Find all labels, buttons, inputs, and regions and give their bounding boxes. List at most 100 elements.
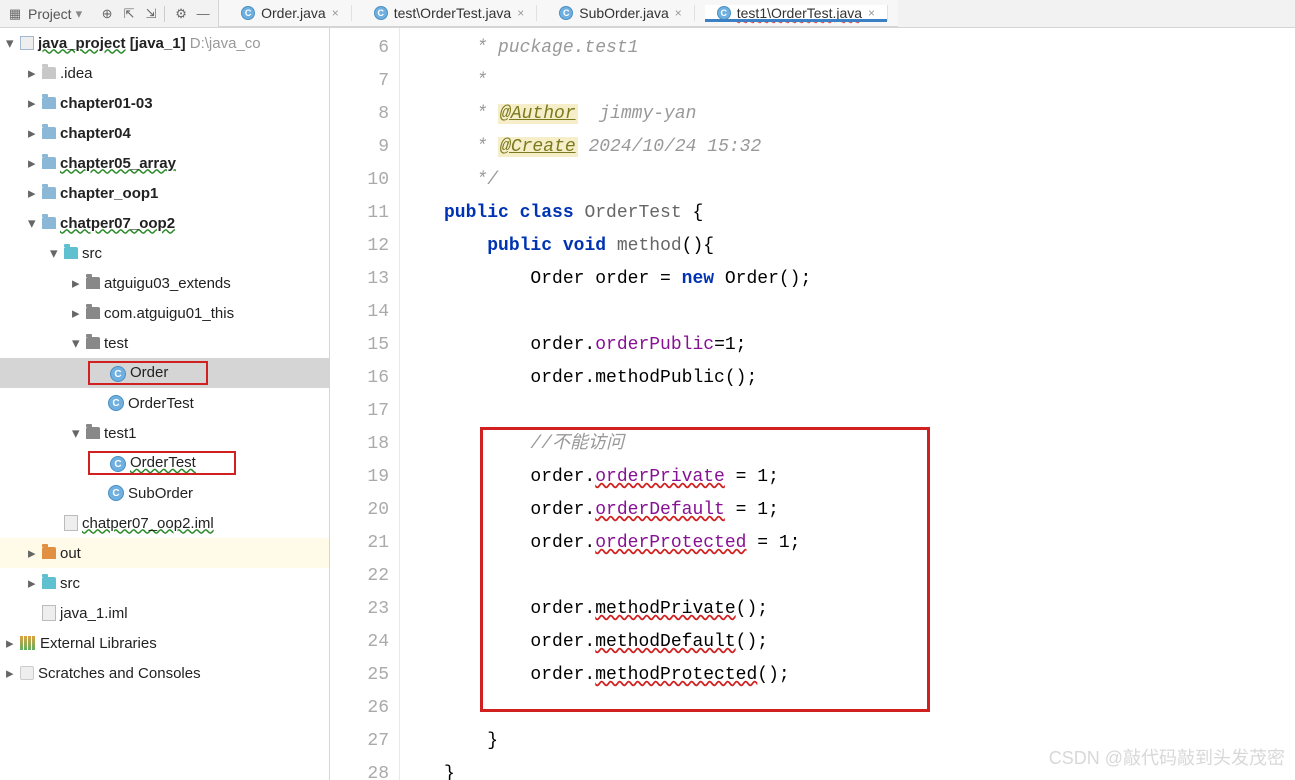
expand-arrow-icon[interactable]: ▸: [28, 94, 42, 112]
tree-item[interactable]: ▾src: [0, 238, 329, 268]
expand-arrow-icon[interactable]: ▸: [28, 64, 42, 82]
tree-item[interactable]: chatper07_oop2.iml: [0, 508, 329, 538]
expand-arrow-icon[interactable]: ▸: [72, 274, 86, 292]
folder-icon: [42, 67, 56, 79]
line-number: 13: [330, 263, 389, 296]
tree-label: com.atguigu01_this: [104, 305, 234, 322]
tab-label: test\OrderTest.java: [394, 5, 512, 21]
dropdown-icon[interactable]: ▾: [76, 6, 83, 22]
java-class-icon: C: [108, 485, 124, 501]
module-folder-icon: [42, 157, 56, 169]
target-icon[interactable]: ⊕: [98, 5, 116, 23]
scratch-icon: [20, 666, 34, 680]
tree-item[interactable]: ▾test: [0, 328, 329, 358]
tab-label: test1\OrderTest.java: [737, 5, 862, 21]
tree-item[interactable]: ▾ chatper07_oop2: [0, 208, 329, 238]
tree-item[interactable]: ▾test1: [0, 418, 329, 448]
line-number: 23: [330, 593, 389, 626]
line-number: 7: [330, 65, 389, 98]
tree-label: chapter04: [60, 125, 131, 142]
code-editor[interactable]: 6789101112131415161718192021222324252627…: [330, 28, 1295, 780]
editor-tab[interactable]: C SubOrder.java ×: [547, 5, 695, 21]
tab-label: Order.java: [261, 5, 326, 21]
tree-label: chatper07_oop2: [60, 215, 175, 232]
tree-item[interactable]: COrderTest: [0, 388, 329, 418]
tree-label: chatper07_oop2.iml: [82, 515, 214, 532]
expand-arrow-icon[interactable]: ▸: [6, 634, 20, 652]
line-number: 15: [330, 329, 389, 362]
project-view-icon[interactable]: ▦: [6, 5, 24, 23]
tree-item[interactable]: ▸ chapter_oop1: [0, 178, 329, 208]
tree-item[interactable]: ▸ out: [0, 538, 329, 568]
expand-arrow-icon[interactable]: ▾: [72, 424, 86, 442]
out-folder-icon: [42, 547, 56, 559]
close-icon[interactable]: ×: [868, 6, 875, 20]
line-number: 18: [330, 428, 389, 461]
line-number: 17: [330, 395, 389, 428]
tree-item[interactable]: ▸ .idea: [0, 58, 329, 88]
close-icon[interactable]: ×: [675, 6, 682, 20]
line-number: 19: [330, 461, 389, 494]
java-class-icon: C: [108, 395, 124, 411]
line-number: 22: [330, 560, 389, 593]
module-folder-icon: [42, 97, 56, 109]
tree-label: .idea: [60, 65, 93, 82]
tree-item[interactable]: ▸ chapter04: [0, 118, 329, 148]
tree-label: chapter01-03: [60, 95, 153, 112]
expand-arrow-icon[interactable]: ▾: [72, 334, 86, 352]
expand-icon[interactable]: ⇲: [142, 5, 160, 23]
project-label[interactable]: Project: [28, 6, 72, 22]
java-class-icon: C: [241, 6, 255, 20]
expand-arrow-icon[interactable]: ▸: [72, 304, 86, 322]
collapse-icon[interactable]: ⇱: [120, 5, 138, 23]
code-area[interactable]: * puckage.test1 * * @Author jimmy-yan * …: [420, 28, 1295, 780]
package-icon: [86, 337, 100, 349]
tree-item[interactable]: ▸ com.atguigu01_this: [0, 298, 329, 328]
tree-label: SubOrder: [128, 485, 193, 502]
tree-item[interactable]: ▸External Libraries: [0, 628, 329, 658]
java-class-icon: C: [559, 6, 573, 20]
source-folder-icon: [42, 577, 56, 589]
line-number: 25: [330, 659, 389, 692]
expand-arrow-icon[interactable]: ▸: [28, 574, 42, 592]
java-class-icon: C: [374, 6, 388, 20]
package-icon: [86, 307, 100, 319]
module-folder-icon: [42, 217, 56, 229]
line-number: 20: [330, 494, 389, 527]
tree-item[interactable]: ▸src: [0, 568, 329, 598]
editor-tab[interactable]: C Order.java ×: [229, 5, 352, 21]
tree-item[interactable]: java_1.iml: [0, 598, 329, 628]
expand-arrow-icon[interactable]: ▾: [6, 34, 20, 52]
editor-tab[interactable]: Ctest1\OrderTest.java×: [705, 5, 888, 21]
tree-item[interactable]: ▾java_project [java_1] D:\java_co: [0, 28, 329, 58]
tree-item[interactable]: ▸atguigu03_extends: [0, 268, 329, 298]
expand-arrow-icon[interactable]: ▸: [28, 184, 42, 202]
close-icon[interactable]: ×: [332, 6, 339, 20]
expand-arrow-icon[interactable]: ▸: [28, 124, 42, 142]
tree-item[interactable]: ▸Scratches and Consoles: [0, 658, 329, 688]
top-toolbar: ▦ Project ▾ ⊕ ⇱ ⇲ ⚙ — COrder.java×Ctest\…: [0, 0, 1295, 28]
tree-item[interactable]: ▸ chapter01-03: [0, 88, 329, 118]
expand-arrow-icon[interactable]: ▸: [28, 154, 42, 172]
source-folder-icon: [64, 247, 78, 259]
expand-arrow-icon[interactable]: ▸: [6, 664, 20, 682]
library-icon: [20, 636, 36, 650]
module-folder-icon: [42, 187, 56, 199]
expand-arrow-icon[interactable]: ▸: [28, 544, 42, 562]
hide-icon[interactable]: —: [194, 5, 212, 23]
line-number: 21: [330, 527, 389, 560]
expand-arrow-icon[interactable]: ▾: [28, 214, 42, 232]
tree-item[interactable]: CSubOrder: [0, 478, 329, 508]
tree-label: out: [60, 545, 81, 562]
tree-item[interactable]: COrder: [0, 358, 329, 388]
settings-icon[interactable]: ⚙: [172, 5, 190, 23]
editor-tab[interactable]: Ctest\OrderTest.java ×: [362, 5, 538, 21]
close-icon[interactable]: ×: [517, 6, 524, 20]
line-number: 11: [330, 197, 389, 230]
tree-item[interactable]: COrderTest: [0, 448, 329, 478]
tab-label: SubOrder.java: [579, 5, 669, 21]
tree-item[interactable]: ▸chapter05_array: [0, 148, 329, 178]
expand-arrow-icon[interactable]: ▾: [50, 244, 64, 262]
tree-label: Order: [130, 364, 168, 381]
tree-label: chapter_oop1: [60, 185, 158, 202]
